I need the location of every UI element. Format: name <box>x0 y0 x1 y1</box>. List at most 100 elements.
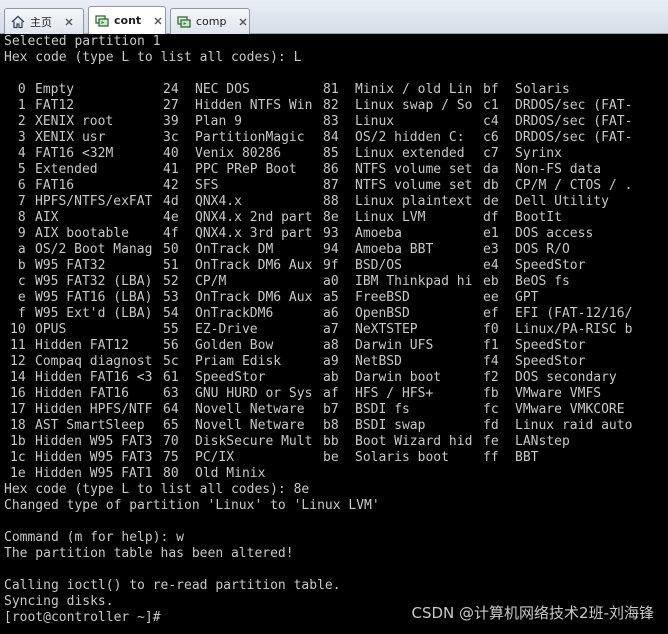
partition-code: ee <box>483 290 499 305</box>
partition-code: c1 <box>483 98 499 113</box>
partition-type-name: Novell Netware <box>195 418 305 433</box>
partition-type-name: FAT16 <32M <box>35 146 114 161</box>
partition-code: 8e <box>323 210 339 225</box>
partition-type-name: Linux LVM <box>355 210 426 225</box>
partition-code: 41 <box>163 162 179 177</box>
partition-type-name: DOS access <box>515 226 594 241</box>
partition-code: b7 <box>323 402 339 417</box>
terminal-screen[interactable]: Selected partition 1 Hex code (type L to … <box>0 34 668 634</box>
partition-code: a5 <box>323 290 339 305</box>
partition-code: 64 <box>163 402 179 417</box>
partition-type-name: FAT16 <box>35 178 75 193</box>
close-icon[interactable] <box>63 16 75 28</box>
terminal-line: Command (m for help): w <box>4 530 185 545</box>
partition-type-name: NTFS volume set <box>355 162 473 177</box>
partition-type-name: OS/2 hidden C: <box>355 130 465 145</box>
partition-code: df <box>483 210 499 225</box>
partition-code: 56 <box>163 338 179 353</box>
partition-type-name: CP/M <box>195 274 227 289</box>
partition-type-name: NetBSD <box>355 354 402 369</box>
partition-code: 4 <box>10 146 26 161</box>
partition-code: 10 <box>10 322 26 337</box>
partition-code: 1c <box>10 450 26 465</box>
partition-type-name: GPT <box>515 290 539 305</box>
partition-code: a9 <box>323 354 339 369</box>
partition-code: 24 <box>163 82 179 97</box>
partition-type-name: BSDI fs <box>355 402 410 417</box>
terminal-line: Calling ioctl() to re-read partition tab… <box>4 578 341 593</box>
partition-code: ff <box>483 450 499 465</box>
partition-code: 40 <box>163 146 179 161</box>
partition-code: eb <box>483 274 499 289</box>
close-icon[interactable] <box>237 16 249 28</box>
partition-code: be <box>323 450 339 465</box>
partition-type-name: SpeedStor <box>195 370 266 385</box>
partition-code: 50 <box>163 242 179 257</box>
partition-code: e3 <box>483 242 499 257</box>
partition-type-name: NTFS volume set <box>355 178 473 193</box>
partition-type-name: SpeedStor <box>515 258 586 273</box>
partition-code: 75 <box>163 450 179 465</box>
partition-type-name: XENIX root <box>35 114 114 129</box>
partition-type-name: OpenBSD <box>355 306 410 321</box>
tab-comp[interactable]: comp <box>170 8 250 34</box>
partition-type-name: Hidden FAT16 <box>35 386 129 401</box>
partition-type-name: DOS secondary <box>515 370 617 385</box>
tab-label: 主页 <box>30 15 52 29</box>
partition-type-name: Minix / old Lin <box>355 82 473 97</box>
partition-code: 8 <box>10 210 26 225</box>
partition-code: 4e <box>163 210 179 225</box>
partition-type-name: PPC PReP Boot <box>195 162 297 177</box>
partition-type-name: DRDOS/sec (FAT- <box>515 98 633 113</box>
partition-type-name: DiskSecure Mult <box>195 434 313 449</box>
partition-type-name: QNX4.x <box>195 194 242 209</box>
partition-code: 1b <box>10 434 26 449</box>
partition-type-name: Plan 9 <box>195 114 242 129</box>
partition-code: 42 <box>163 178 179 193</box>
partition-code: 80 <box>163 466 179 481</box>
partition-code: e1 <box>483 226 499 241</box>
vm-icon <box>95 14 109 28</box>
partition-type-name: Amoeba BBT <box>355 242 434 257</box>
partition-type-name: Hidden W95 FAT1 <box>35 466 153 481</box>
partition-type-name: AST SmartSleep <box>35 418 145 433</box>
partition-code: 53 <box>163 290 179 305</box>
partition-code: f0 <box>483 322 499 337</box>
partition-code: 2 <box>10 114 26 129</box>
partition-code: 52 <box>163 274 179 289</box>
partition-code: c4 <box>483 114 499 129</box>
partition-type-name: Hidden HPFS/NTF <box>35 402 153 417</box>
partition-type-name: CP/M / CTOS / . <box>515 178 633 193</box>
partition-code: a7 <box>323 322 339 337</box>
partition-type-name: Golden Bow <box>195 338 274 353</box>
partition-code: a <box>10 242 26 257</box>
tab-home[interactable]: 主页 <box>4 8 84 34</box>
partition-code: da <box>483 162 499 177</box>
partition-code: fe <box>483 434 499 449</box>
partition-code: b <box>10 258 26 273</box>
partition-type-name: LANstep <box>515 434 570 449</box>
partition-code: af <box>323 386 339 401</box>
partition-type-name: FAT12 <box>35 98 75 113</box>
partition-type-name: AIX <box>35 210 59 225</box>
partition-type-name: DOS R/O <box>515 242 570 257</box>
partition-code: db <box>483 178 499 193</box>
partition-type-name: SpeedStor <box>515 338 586 353</box>
partition-code: 7 <box>10 194 26 209</box>
terminal-line: [root@controller ~]# <box>4 610 161 625</box>
close-icon[interactable] <box>152 15 164 27</box>
home-icon <box>11 15 25 29</box>
partition-type-name: PartitionMagic <box>195 130 305 145</box>
partition-code: fd <box>483 418 499 433</box>
partition-type-name: AIX bootable <box>35 226 129 241</box>
partition-code: 86 <box>323 162 339 177</box>
partition-type-name: Hidden W95 FAT3 <box>35 450 153 465</box>
partition-type-name: PC/IX <box>195 450 235 465</box>
partition-type-name: W95 FAT32 <box>35 258 106 273</box>
partition-type-name: Linux/PA-RISC b <box>515 322 633 337</box>
partition-type-name: IBM Thinkpad hi <box>355 274 473 289</box>
tab-cont[interactable]: cont <box>88 6 166 34</box>
partition-type-name: BSDI swap <box>355 418 426 433</box>
partition-code: 12 <box>10 354 26 369</box>
partition-type-name: Empty <box>35 82 75 97</box>
